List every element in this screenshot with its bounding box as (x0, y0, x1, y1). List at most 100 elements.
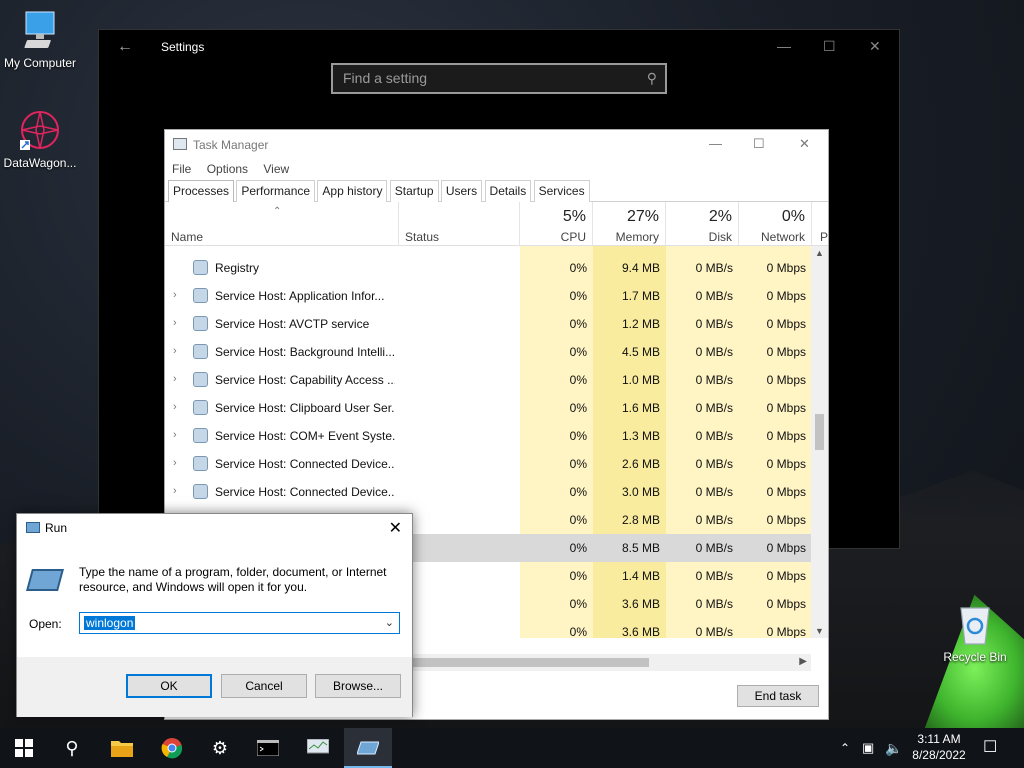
network-icon[interactable]: ▣ (862, 728, 874, 768)
process-cpu-value: 0% (569, 597, 587, 611)
process-memory-value: 1.2 MB (621, 317, 660, 331)
table-row[interactable]: › Service Host: Connected Device... 0% 2.6 … (165, 450, 811, 478)
menu-view[interactable]: View (263, 158, 289, 180)
taskbar-file-explorer[interactable] (98, 728, 146, 768)
open-input-value[interactable]: winlogon (84, 616, 136, 630)
expand-chevron-icon[interactable]: › (173, 345, 177, 357)
column-header-disk[interactable]: 2% Disk (666, 202, 739, 246)
process-name: Service Host: Connected Device... (215, 457, 395, 471)
show-hidden-icons-chevron-icon[interactable]: ⌃ (840, 728, 850, 768)
table-row[interactable]: › Service Host: Capability Access ... 0% 1.… (165, 366, 811, 394)
clock-date: 8/28/2022 (912, 748, 966, 762)
scroll-down-icon[interactable]: ▼ (815, 626, 824, 636)
search-button[interactable]: ⚲ (48, 728, 96, 768)
task-manager-titlebar[interactable]: Task Manager — ☐ ✕ (165, 130, 828, 158)
taskbar-run[interactable] (344, 728, 392, 768)
tab-app-history[interactable]: App history (317, 180, 388, 202)
process-memory-value: 3.0 MB (621, 485, 660, 499)
action-center-icon[interactable]: ☐ (983, 728, 997, 768)
table-row[interactable]: › Service Host: Connected Device... 0% 3.0 … (165, 478, 811, 506)
tab-performance[interactable]: Performance (236, 180, 316, 202)
column-header-memory[interactable]: 27% Memory (593, 202, 666, 246)
scrollbar-thumb[interactable] (815, 414, 824, 450)
process-disk-value: 0 MB/s (695, 597, 733, 611)
desktop-icon-recycle-bin[interactable]: Recycle Bin (935, 602, 1015, 664)
expand-chevron-icon[interactable]: › (173, 373, 177, 385)
desktop-icon-my-computer[interactable]: My Computer (0, 10, 80, 70)
table-row[interactable]: › Service Host: COM+ Event Syste... 0% 1.3 … (165, 422, 811, 450)
expand-chevron-icon[interactable]: › (173, 317, 177, 329)
process-name: Service Host: Clipboard User Ser... (215, 401, 395, 415)
registry-icon (193, 260, 208, 275)
minimize-icon[interactable]: — (777, 38, 791, 54)
maximize-icon[interactable]: ☐ (823, 38, 836, 55)
chevron-down-icon[interactable]: ⌄ (385, 616, 394, 629)
process-cpu-value: 0% (569, 373, 587, 387)
tab-services[interactable]: Services (533, 180, 590, 202)
process-cpu-value: 0% (569, 401, 587, 415)
desktop-icon-datawagon[interactable]: DataWagon... (0, 108, 80, 170)
open-combobox[interactable]: winlogon ⌄ (79, 612, 400, 634)
taskbar-task-manager[interactable] (294, 728, 342, 768)
maximize-icon[interactable]: ☐ (753, 136, 765, 152)
end-task-button[interactable]: End task (737, 685, 819, 707)
clock-time: 3:11 AM (917, 732, 961, 746)
tab-users[interactable]: Users (440, 180, 483, 202)
process-memory-value: 1.4 MB (621, 569, 660, 583)
run-titlebar[interactable]: Run ✕ (17, 514, 412, 542)
ok-button[interactable]: OK (126, 674, 212, 698)
menu-file[interactable]: File (172, 158, 191, 180)
sort-ascending-icon: ⌃ (273, 206, 282, 217)
taskbar-settings[interactable]: ⚙ (196, 728, 244, 768)
taskbar-chrome[interactable] (148, 728, 196, 768)
cancel-button[interactable]: Cancel (221, 674, 307, 698)
expand-chevron-icon[interactable]: › (173, 429, 177, 441)
process-memory-value: 3.6 MB (621, 597, 660, 611)
process-name: Service Host: Connected Device... (215, 485, 395, 499)
column-header-name[interactable]: ⌃ Name (165, 202, 399, 246)
taskbar-clock[interactable]: 3:11 AM 8/28/2022 (908, 731, 970, 763)
expand-chevron-icon[interactable]: › (173, 289, 177, 301)
table-row[interactable]: › Service Host: AVCTP service 0% 1.2 MB 0 MB… (165, 310, 811, 338)
expand-chevron-icon[interactable]: › (173, 485, 177, 497)
table-row[interactable]: › Service Host: Application Infor... 0% 1.7… (165, 282, 811, 310)
column-header-status[interactable]: Status (399, 202, 520, 246)
browse-button[interactable]: Browse... (315, 674, 401, 698)
column-header-power[interactable]: P (812, 202, 830, 246)
table-row[interactable]: › Service Host: Background Intelli... 0% 4.… (165, 338, 811, 366)
close-icon[interactable]: ✕ (389, 518, 402, 538)
service-host-icon (193, 344, 208, 359)
process-disk-value: 0 MB/s (695, 401, 733, 415)
minimize-icon[interactable]: — (709, 136, 722, 151)
taskbar-command-prompt[interactable] (244, 728, 292, 768)
column-header-cpu[interactable]: 5% CPU (520, 202, 593, 246)
table-row[interactable]: › Service Host: Clipboard User Ser... 0% 1.… (165, 394, 811, 422)
vertical-scrollbar[interactable]: ▲ ▼ (811, 246, 828, 638)
process-cpu-value: 0% (569, 429, 587, 443)
tab-details[interactable]: Details (484, 180, 532, 202)
process-name: Service Host: Background Intelli... (215, 345, 395, 359)
taskbar: ⚲ ⚙ ⌃ ▣ 🔈 3:11 AM 8/28/2022 ☐ (0, 728, 1024, 768)
expand-chevron-icon[interactable]: › (173, 457, 177, 469)
process-disk-value: 0 MB/s (695, 261, 733, 275)
process-memory-value: 1.7 MB (621, 289, 660, 303)
tab-processes[interactable]: Processes (168, 180, 235, 202)
process-name: Service Host: AVCTP service (215, 317, 370, 331)
settings-search-input[interactable]: Find a setting ⚲ (331, 63, 667, 94)
menu-options[interactable]: Options (207, 158, 248, 180)
start-button[interactable] (0, 728, 48, 768)
back-arrow-icon[interactable]: ← (117, 38, 133, 56)
process-cpu-value: 0% (569, 457, 587, 471)
close-icon[interactable]: ✕ (799, 136, 810, 152)
scroll-right-icon[interactable]: ▶ (799, 656, 807, 667)
column-header-network[interactable]: 0% Network (739, 202, 812, 246)
process-network-value: 0 Mbps (766, 541, 806, 555)
scroll-up-icon[interactable]: ▲ (815, 248, 824, 258)
search-icon: ⚲ (646, 70, 657, 86)
table-row[interactable]: Registry 0% 9.4 MB 0 MB/s 0 Mbps (165, 254, 811, 282)
close-icon[interactable]: ✕ (869, 38, 881, 55)
volume-icon[interactable]: 🔈 (885, 728, 902, 768)
expand-chevron-icon[interactable]: › (173, 401, 177, 413)
process-cpu-value: 0% (569, 261, 587, 275)
tab-startup[interactable]: Startup (389, 180, 439, 202)
